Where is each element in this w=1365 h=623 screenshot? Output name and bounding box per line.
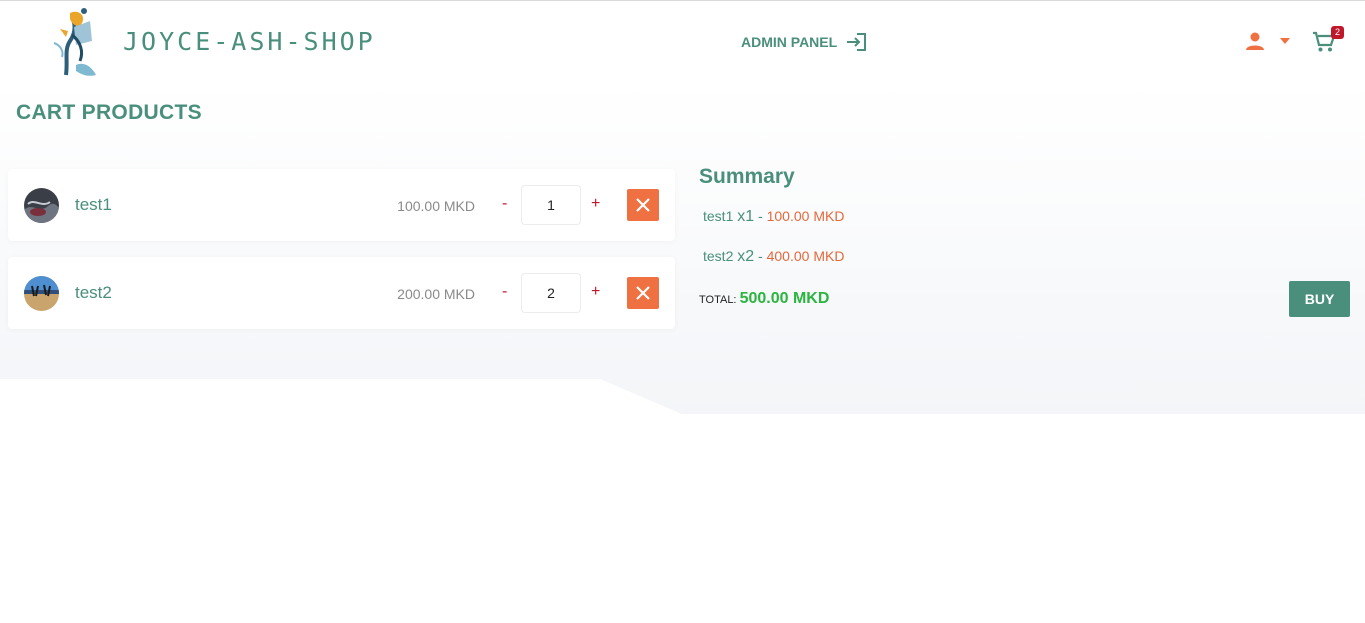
user-menu[interactable] <box>1245 32 1291 50</box>
remove-item-button[interactable] <box>627 277 659 309</box>
cart-item: test1 100.00 MKD - + <box>8 169 675 241</box>
summary-line-amount: 100.00 MKD <box>766 208 845 224</box>
decrease-qty-button[interactable]: - <box>502 283 507 301</box>
total-label: TOTAL: <box>699 294 737 306</box>
summary-line-qty: x1 <box>737 208 755 225</box>
admin-panel-link[interactable]: ADMIN PANEL <box>741 32 867 52</box>
increase-qty-button[interactable]: + <box>591 283 600 301</box>
summary-line-separator: - <box>754 208 767 224</box>
quantity-input[interactable] <box>521 185 581 225</box>
content-background <box>0 81 1365 414</box>
product-name[interactable]: test1 <box>75 195 112 215</box>
user-icon <box>1246 32 1264 50</box>
page-title: CART PRODUCTS <box>16 101 202 124</box>
brand-name[interactable]: JOYCE-ASH-SHOP <box>123 27 376 56</box>
close-icon <box>636 286 650 300</box>
background-divider <box>0 379 684 415</box>
shop-logo[interactable] <box>46 5 104 81</box>
caret-down-icon <box>1280 38 1290 44</box>
logo-image <box>53 8 96 76</box>
quantity-input[interactable] <box>521 273 581 313</box>
product-thumbnail[interactable] <box>24 276 59 311</box>
close-icon <box>636 198 650 212</box>
top-navbar: JOYCE-ASH-SHOP ADMIN PANEL 2 <box>0 0 1365 81</box>
remove-item-button[interactable] <box>627 189 659 221</box>
summary-line-qty: x2 <box>737 248 755 265</box>
login-arrow-icon <box>847 33 867 51</box>
summary-line: test2 x2 - 400.00 MKD <box>703 248 844 266</box>
summary-line-separator: - <box>754 248 767 264</box>
summary-title: Summary <box>699 165 795 188</box>
cart-button[interactable]: 2 <box>1312 26 1344 58</box>
summary-line-amount: 400.00 MKD <box>766 248 845 264</box>
cart-count-badge: 2 <box>1331 26 1344 39</box>
increase-qty-button[interactable]: + <box>591 195 600 213</box>
cart-item: test2 200.00 MKD - + <box>8 257 675 329</box>
admin-panel-label: ADMIN PANEL <box>741 34 838 50</box>
product-price: 200.00 MKD <box>397 286 475 302</box>
summary-line: test1 x1 - 100.00 MKD <box>703 208 844 226</box>
summary-line-name: test1 <box>703 208 734 224</box>
total-row: TOTAL: 500.00 MKD <box>699 290 829 308</box>
product-name[interactable]: test2 <box>75 283 112 303</box>
total-value: 500.00 MKD <box>739 290 830 307</box>
buy-button[interactable]: BUY <box>1289 281 1350 317</box>
product-price: 100.00 MKD <box>397 198 475 214</box>
summary-line-name: test2 <box>703 248 734 264</box>
decrease-qty-button[interactable]: - <box>502 195 507 213</box>
product-thumbnail[interactable] <box>24 188 59 223</box>
